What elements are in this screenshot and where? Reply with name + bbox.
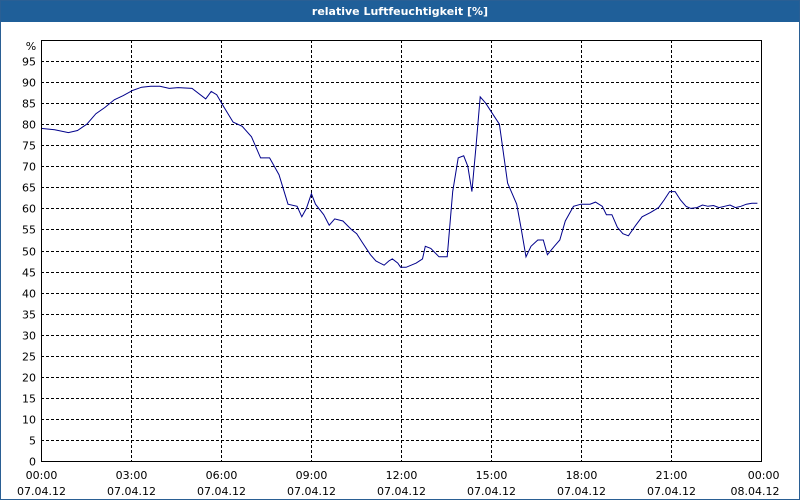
- x-tick-time: 00:00: [26, 469, 58, 482]
- x-tick-time: 03:00: [116, 469, 148, 482]
- x-tick-date: 07.04.12: [557, 485, 606, 498]
- y-tick-label: 25: [22, 351, 36, 364]
- x-tick-date: 08.04.12: [731, 485, 780, 498]
- y-axis-label: %: [26, 40, 36, 53]
- x-tick-time: 18:00: [566, 469, 598, 482]
- y-tick-label: 85: [22, 98, 36, 111]
- y-tick-label: 55: [22, 224, 36, 237]
- x-tick-date: 07.04.12: [287, 485, 336, 498]
- y-tick-label: 95: [22, 56, 36, 69]
- x-tick-time: 00:00: [748, 469, 780, 482]
- x-tick-date: 07.04.12: [377, 485, 426, 498]
- x-tick-date: 07.04.12: [467, 485, 516, 498]
- y-tick-label: 45: [22, 267, 36, 280]
- y-tick-label: 80: [22, 119, 36, 132]
- y-tick-label: 35: [22, 309, 36, 322]
- x-tick-date: 07.04.12: [197, 485, 246, 498]
- y-tick-label: 40: [22, 288, 36, 301]
- x-tick-time: 21:00: [656, 469, 688, 482]
- y-tick-label: 50: [22, 246, 36, 259]
- humidity-chart: 0 5 10 15 20 25 30 35 40 45 50 55 60 65 70 75 80 85 90 95 0…: [17, 40, 780, 498]
- y-tick-label: 15: [22, 393, 36, 406]
- x-tick-date: 07.04.12: [107, 485, 156, 498]
- y-tick-label: 0: [29, 456, 36, 469]
- x-tick-date: 07.04.12: [647, 485, 696, 498]
- y-tick-label: 10: [22, 414, 36, 427]
- y-tick-label: 60: [22, 203, 36, 216]
- x-axis-ticks: 00:00 07.04.12 03:00 07.04.12 06:00 07.04.12 0…: [17, 469, 779, 498]
- x-tick-time: 09:00: [296, 469, 328, 482]
- y-tick-label: 75: [22, 140, 36, 153]
- y-tick-label: 70: [22, 161, 36, 174]
- x-tick-date: 07.04.12: [17, 485, 66, 498]
- x-tick-time: 06:00: [206, 469, 238, 482]
- y-tick-label: 30: [22, 330, 36, 343]
- humidity-series-line: [40, 85, 758, 268]
- y-tick-label: 90: [22, 77, 36, 90]
- y-tick-label: 65: [22, 182, 36, 195]
- y-tick-label: 5: [29, 435, 36, 448]
- grid-lines: [41, 40, 761, 461]
- x-tick-time: 15:00: [476, 469, 508, 482]
- y-tick-label: 20: [22, 372, 36, 385]
- y-axis-ticks: 0 5 10 15 20 25 30 35 40 45 50 55 60 65 70 75 80 85 90 95: [22, 56, 36, 469]
- x-tick-time: 12:00: [386, 469, 418, 482]
